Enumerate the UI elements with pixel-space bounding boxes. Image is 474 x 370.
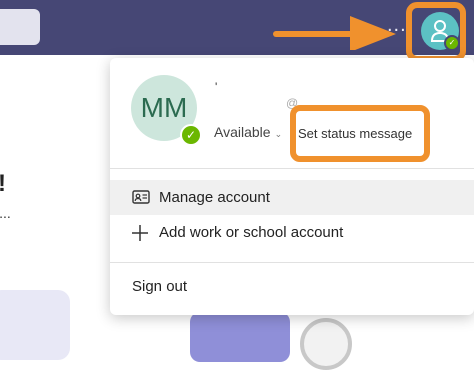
account-dropdown-panel: MM ✓ ' @ Available ⌄ Set status message M… <box>110 58 474 315</box>
chevron-down-icon: ⌄ <box>274 129 283 139</box>
background-text-fragment: l... <box>0 205 11 221</box>
manage-account-label: Manage account <box>159 189 270 206</box>
manage-account-item[interactable]: Manage account <box>110 180 474 215</box>
avatar-highlight-box <box>406 2 466 62</box>
add-account-label: Add work or school account <box>159 224 344 241</box>
divider <box>110 262 474 263</box>
pointer-arrow <box>273 16 396 50</box>
id-card-icon <box>132 190 150 204</box>
available-check-icon: ✓ <box>180 124 202 146</box>
divider <box>110 168 474 169</box>
status-highlight-box <box>290 105 430 162</box>
background-card <box>0 290 70 360</box>
avatar-initials: MM <box>140 92 188 123</box>
add-account-item[interactable]: Add work or school account <box>110 215 474 250</box>
profile-avatar-large: MM ✓ <box>131 75 202 146</box>
clock-illustration <box>300 318 352 370</box>
background-heading-fragment: ! <box>0 170 6 198</box>
sign-out-button[interactable]: Sign out <box>132 278 187 295</box>
presence-status-label: Available <box>214 124 271 140</box>
plus-icon <box>132 225 148 241</box>
app-header-bar: ... ✓ <box>0 0 474 55</box>
search-box[interactable] <box>0 9 40 45</box>
profile-name: ' <box>215 80 218 94</box>
presence-status-dropdown[interactable]: Available ⌄ <box>214 124 282 140</box>
